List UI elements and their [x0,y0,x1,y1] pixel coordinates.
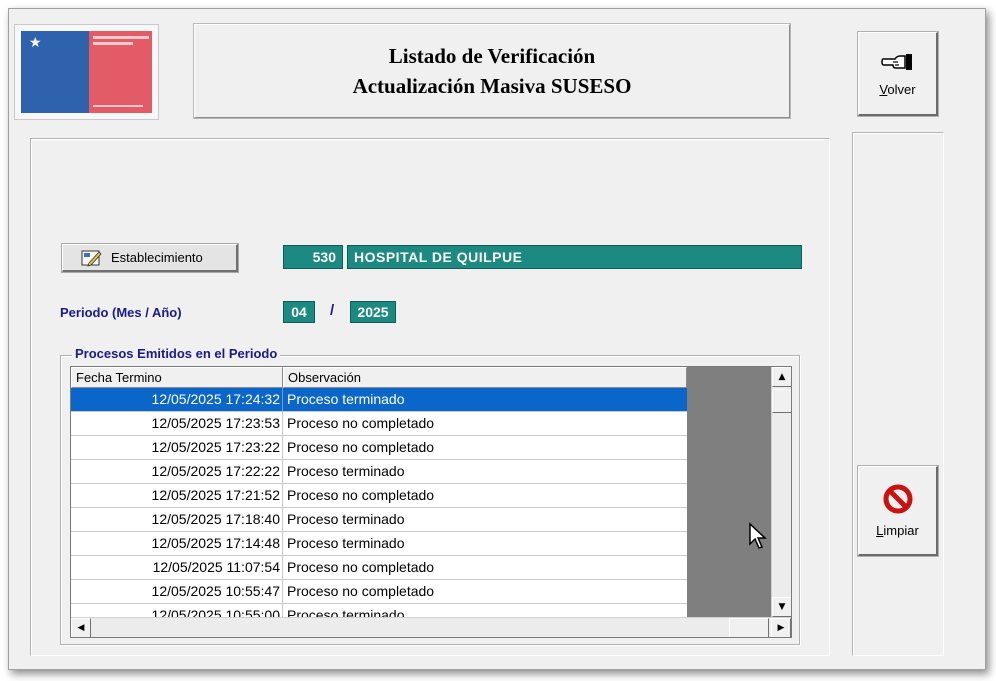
grid-header: Fecha Termino Observación [71,367,687,388]
cell-observacion: Proceso no completado [287,415,435,431]
cell-observacion: Proceso terminado [287,535,405,551]
table-row[interactable]: 12/05/2025 17:24:32 Proceso terminado [71,388,687,412]
mouse-cursor-icon [749,522,767,549]
limpiar-button[interactable]: Limpiar [857,465,939,557]
volver-button[interactable]: Volver [857,31,939,117]
arrow-left-icon: ◀ [77,623,85,633]
table-row[interactable]: 12/05/2025 17:21:52 Proceso no completado [71,484,687,508]
volver-label: olver [887,82,916,97]
table-row[interactable]: 12/05/2025 10:55:47 Proceso no completado [71,580,687,604]
cell-observacion: Proceso terminado [287,511,405,527]
table-row[interactable]: 12/05/2025 11:07:54 Proceso no completado [71,556,687,580]
arrow-up-icon: ▲ [778,372,786,382]
horizontal-scroll-thumb[interactable] [729,618,769,637]
column-header-observacion[interactable]: Observación [283,367,687,388]
star-icon: ★ [29,35,42,51]
scroll-right-button[interactable]: ▶ [771,618,791,637]
procesos-legend: Procesos Emitidos en el Periodo [72,346,281,361]
procesos-grid[interactable]: Fecha Termino Observación 12/05/2025 17:… [70,366,792,638]
establecimiento-label: Establecimiento [111,250,203,265]
table-row[interactable]: 12/05/2025 17:23:53 Proceso no completado [71,412,687,436]
establecimiento-code-field: 530 [283,245,343,269]
cell-fecha: 12/05/2025 17:23:53 [71,412,283,435]
title-line-2: Actualización Masiva SUSESO [352,74,632,98]
establecimiento-name-field: HOSPITAL DE QUILPUE [347,245,802,269]
grid-empty-area [687,367,771,617]
establecimiento-button[interactable]: Establecimiento [61,243,239,273]
limpiar-label: impiar [883,523,919,538]
cell-fecha: 12/05/2025 17:21:52 [71,484,283,507]
periodo-mes-field[interactable]: 04 [283,301,315,323]
cell-fecha: 12/05/2025 17:23:22 [71,436,283,459]
logo-blue-field: ★ [21,31,90,113]
page-title: Listado de Verificación Actualización Ma… [193,23,791,119]
ministry-logo: ★ [14,24,159,120]
cell-observacion: Proceso no completado [287,439,435,455]
cell-observacion: Proceso terminado [287,463,405,479]
arrow-down-icon: ▼ [778,602,786,612]
cell-observacion: Proceso terminado [287,391,405,407]
table-row[interactable]: 12/05/2025 17:18:40 Proceso terminado [71,508,687,532]
periodo-label: Periodo (Mes / Año) [60,305,182,320]
cell-observacion: Proceso no completado [287,559,435,575]
scroll-left-button[interactable]: ◀ [71,618,91,637]
periodo-separator: / [330,302,335,319]
edit-document-icon [81,250,102,267]
grid-rows: 12/05/2025 17:24:32 Proceso terminado 12/0… [71,388,687,628]
cell-fecha: 12/05/2025 17:24:32 [71,388,283,411]
cell-observacion: Proceso no completado [287,583,435,599]
vertical-scroll-thumb[interactable] [772,389,791,413]
logo-red-field [89,31,152,113]
cell-fecha: 12/05/2025 17:14:48 [71,532,283,555]
scroll-down-button[interactable]: ▼ [772,597,791,617]
table-row[interactable]: 12/05/2025 17:23:22 Proceso no completado [71,436,687,460]
side-panel [852,132,944,656]
table-row[interactable]: 12/05/2025 17:22:22 Proceso terminado [71,460,687,484]
horizontal-scrollbar[interactable]: ◀ ▶ [71,617,791,637]
pointing-hand-icon [880,54,912,70]
no-entry-icon [883,484,912,514]
cell-fecha: 12/05/2025 17:22:22 [71,460,283,483]
scroll-up-button[interactable]: ▲ [772,367,791,387]
table-row[interactable]: 12/05/2025 17:14:48 Proceso terminado [71,532,687,556]
cell-fecha: 12/05/2025 11:07:54 [71,556,283,579]
arrow-right-icon: ▶ [777,623,785,633]
column-header-fecha[interactable]: Fecha Termino [71,367,283,388]
periodo-anio-field[interactable]: 2025 [350,301,396,323]
vertical-scrollbar[interactable]: ▲ ▼ [771,367,791,617]
cell-fecha: 12/05/2025 10:55:47 [71,580,283,603]
title-line-1: Listado de Verificación [388,44,596,68]
cell-fecha: 12/05/2025 17:18:40 [71,508,283,531]
cell-observacion: Proceso no completado [287,487,435,503]
